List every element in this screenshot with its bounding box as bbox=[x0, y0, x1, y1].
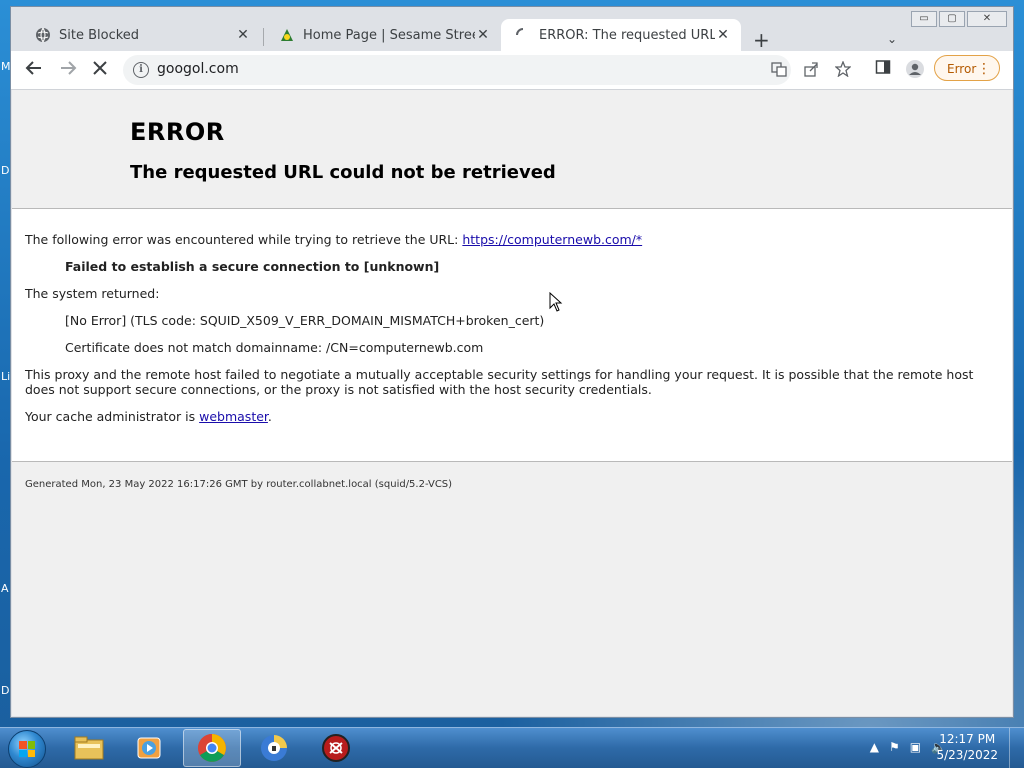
loading-spinner-icon bbox=[515, 27, 531, 43]
start-button[interactable] bbox=[8, 730, 46, 768]
admin-suffix: . bbox=[267, 409, 272, 424]
intro-line: The following error was encountered whil… bbox=[25, 232, 642, 247]
tab-title: Site Blocked bbox=[59, 27, 140, 43]
translate-icon[interactable] bbox=[771, 61, 787, 81]
page-content: ERROR The requested URL could not be ret… bbox=[12, 90, 1012, 716]
site-info-icon[interactable]: i bbox=[133, 62, 149, 78]
show-desktop-button[interactable] bbox=[1009, 728, 1024, 768]
tab-strip: Site Blocked ✕ Home Page | Sesame Street… bbox=[11, 17, 1013, 51]
explanation-text: This proxy and the remote host failed to… bbox=[25, 367, 974, 397]
error-badge-button[interactable]: Error ⋮ bbox=[934, 55, 1000, 81]
requested-url-link[interactable]: https://computernewb.com/* bbox=[462, 232, 642, 247]
certificate-detail: Certificate does not match domainname: /… bbox=[65, 340, 484, 355]
more-menu-icon[interactable]: ⋮ bbox=[977, 56, 991, 82]
file-explorer-icon[interactable] bbox=[60, 729, 118, 767]
desktop-icon-label[interactable]: D bbox=[1, 164, 9, 177]
taskbar: ▲ ⚑ ▣ 🔈 12:17 PM 5/23/2022 bbox=[0, 727, 1024, 768]
password-manager-icon[interactable] bbox=[245, 729, 303, 767]
desktop-icon-label[interactable]: D bbox=[1, 684, 9, 697]
chrome-icon[interactable] bbox=[183, 729, 241, 767]
new-tab-button[interactable]: + bbox=[753, 30, 770, 50]
generated-footer: Generated Mon, 23 May 2022 16:17:26 GMT … bbox=[25, 479, 453, 490]
profile-avatar-icon[interactable] bbox=[905, 59, 925, 84]
tab-title: ERROR: The requested URL could not be re… bbox=[539, 27, 715, 43]
show-hidden-icons-icon[interactable]: ▲ bbox=[870, 740, 879, 754]
tab-sesame-street[interactable]: Home Page | Sesame Street | PBS ✕ bbox=[265, 19, 501, 51]
page-subtitle: The requested URL could not be retrieved bbox=[130, 162, 556, 183]
tls-detail: [No Error] (TLS code: SQUID_X509_V_ERR_D… bbox=[65, 313, 545, 328]
mouse-cursor-icon bbox=[549, 291, 563, 316]
security-shield-icon[interactable] bbox=[307, 729, 365, 767]
error-header: ERROR The requested URL could not be ret… bbox=[12, 90, 1012, 209]
tab-separator bbox=[263, 28, 264, 46]
intro-text: The following error was encountered whil… bbox=[25, 232, 459, 247]
stop-loading-icon[interactable] bbox=[91, 59, 109, 82]
action-center-flag-icon[interactable]: ⚑ bbox=[889, 740, 900, 754]
system-returned-label: The system returned: bbox=[25, 286, 160, 301]
tab-title: Home Page | Sesame Street | PBS bbox=[303, 27, 475, 43]
media-player-icon[interactable] bbox=[121, 729, 179, 767]
tab-site-blocked[interactable]: Site Blocked ✕ bbox=[21, 19, 261, 51]
address-url[interactable]: googol.com bbox=[157, 61, 239, 77]
webmaster-link[interactable]: webmaster bbox=[199, 409, 268, 424]
side-panel-icon[interactable] bbox=[875, 59, 891, 80]
address-bar[interactable]: i googol.com bbox=[123, 55, 852, 85]
desktop-icon-label[interactable]: Li bbox=[1, 370, 10, 383]
tab-search-chevron-icon[interactable]: ⌄ bbox=[887, 32, 897, 46]
close-tab-icon[interactable]: ✕ bbox=[235, 27, 251, 43]
back-arrow-icon[interactable] bbox=[25, 59, 43, 82]
windows-logo-icon bbox=[19, 741, 35, 757]
admin-prefix: Your cache administrator is bbox=[25, 409, 200, 424]
admin-line: Your cache administrator is webmaster. bbox=[25, 409, 272, 424]
system-tray: ▲ ⚑ ▣ 🔈 bbox=[870, 740, 946, 754]
taskbar-clock[interactable]: 12:17 PM 5/23/2022 bbox=[936, 731, 998, 763]
share-icon[interactable] bbox=[803, 61, 819, 81]
close-tab-icon[interactable]: ✕ bbox=[475, 27, 491, 43]
error-badge-label: Error bbox=[947, 62, 977, 76]
clock-date: 5/23/2022 bbox=[936, 748, 998, 762]
browser-toolbar: i googol.com Error ⋮ bbox=[11, 51, 1013, 90]
browser-window: ▭ ▢ ✕ Site Blocked ✕ Home Page | Sesame … bbox=[10, 6, 1014, 718]
sesame-street-icon bbox=[279, 27, 295, 43]
failure-message: Failed to establish a secure connection … bbox=[65, 259, 440, 274]
network-icon[interactable]: ▣ bbox=[910, 740, 921, 754]
bookmark-star-icon[interactable] bbox=[834, 60, 852, 81]
globe-icon bbox=[35, 27, 51, 43]
close-tab-icon[interactable]: ✕ bbox=[715, 27, 731, 43]
page-title: ERROR bbox=[130, 118, 225, 146]
forward-arrow-icon[interactable] bbox=[59, 59, 77, 82]
clock-time: 12:17 PM bbox=[939, 732, 996, 746]
tab-error-page[interactable]: ERROR: The requested URL could not be re… bbox=[501, 19, 741, 51]
desktop-icon-label[interactable]: A bbox=[1, 582, 9, 595]
error-body: The following error was encountered whil… bbox=[12, 209, 1012, 462]
